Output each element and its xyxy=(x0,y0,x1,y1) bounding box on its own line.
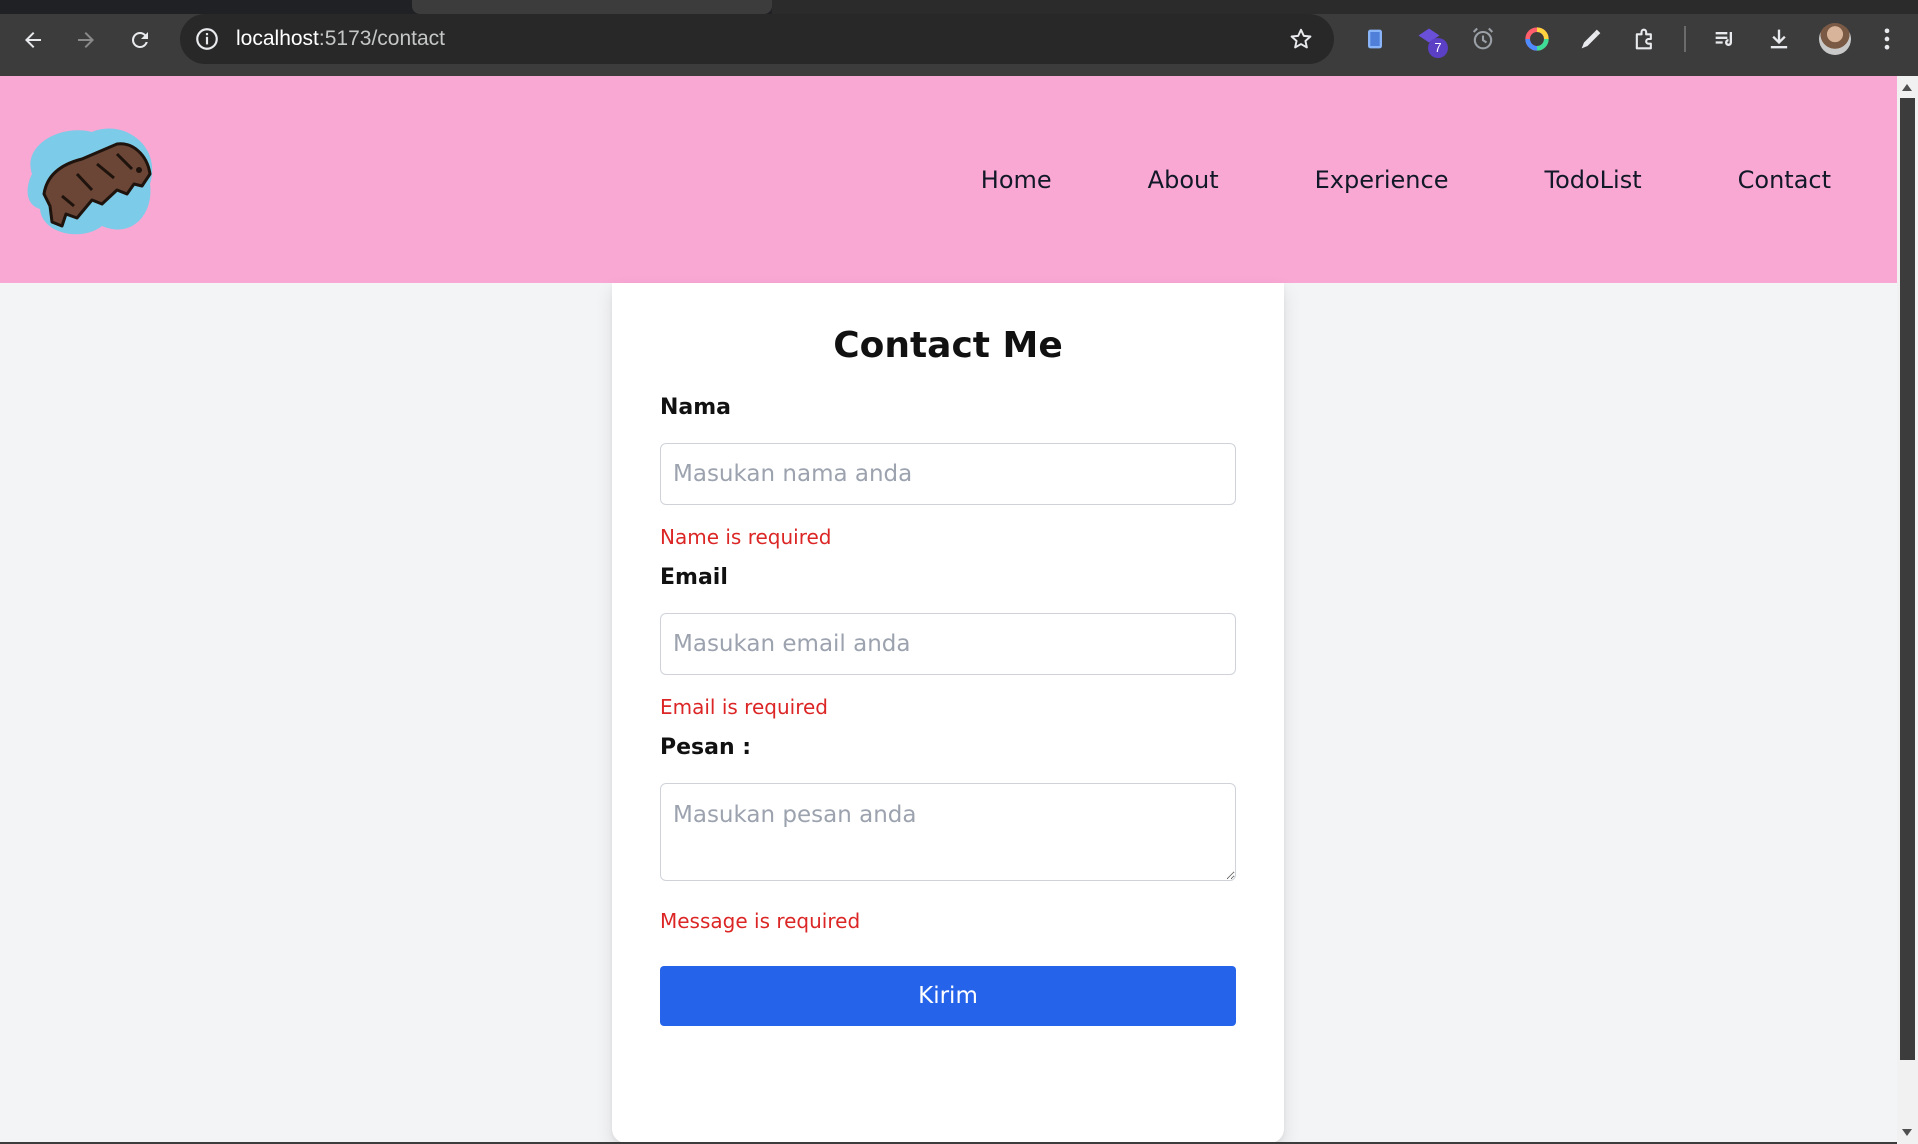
page: Home About Experience TodoList Contact C… xyxy=(0,76,1897,1144)
forward-arrow-icon xyxy=(78,32,94,48)
eyedropper-icon[interactable] xyxy=(1576,24,1606,54)
scroll-thumb[interactable] xyxy=(1900,98,1915,1060)
extension-badge-count: 7 xyxy=(1428,38,1448,58)
name-error: Name is required xyxy=(660,525,832,549)
submit-button[interactable]: Kirim xyxy=(660,966,1236,1026)
kebab-menu-icon[interactable] xyxy=(1872,24,1902,54)
name-input[interactable] xyxy=(660,443,1236,505)
main-nav: Home About Experience TodoList Contact xyxy=(981,166,1831,194)
nav-todolist-link[interactable]: TodoList xyxy=(1544,166,1641,194)
star-icon[interactable] xyxy=(1288,26,1314,52)
name-label: Nama xyxy=(660,395,732,420)
extension-docs-icon[interactable] xyxy=(1360,24,1390,54)
scroll-up-arrow-icon[interactable] xyxy=(1902,84,1912,91)
download-icon[interactable] xyxy=(1764,24,1794,54)
email-error: Email is required xyxy=(660,695,828,719)
back-button[interactable] xyxy=(15,22,51,58)
page-scrollbar[interactable] xyxy=(1897,76,1918,1144)
inactive-tab[interactable] xyxy=(772,0,1918,14)
toolbar-separator xyxy=(1684,26,1686,52)
address-bar[interactable]: localhost:5173/contact xyxy=(180,14,1334,64)
nav-home-link[interactable]: Home xyxy=(981,166,1052,194)
color-ring-icon[interactable] xyxy=(1522,24,1552,54)
animal-logo[interactable] xyxy=(22,114,158,242)
message-textarea[interactable] xyxy=(660,783,1236,881)
profile-avatar[interactable] xyxy=(1819,23,1851,55)
contact-form-card: Contact Me Nama Name is required Email E… xyxy=(612,283,1284,1143)
nav-about-link[interactable]: About xyxy=(1148,166,1219,194)
back-arrow-icon xyxy=(25,32,41,48)
url-path: :5173/contact xyxy=(318,27,445,50)
url-host: localhost xyxy=(236,27,319,50)
message-label: Pesan : xyxy=(660,735,752,760)
browser-chrome: localhost:5173/contact 7 xyxy=(0,0,1918,76)
site-header: Home About Experience TodoList Contact xyxy=(0,76,1897,283)
forward-button[interactable] xyxy=(68,22,104,58)
info-icon[interactable] xyxy=(194,26,220,52)
url-text[interactable]: localhost:5173/contact xyxy=(236,27,445,51)
reload-button[interactable] xyxy=(122,22,158,58)
email-label: Email xyxy=(660,565,728,590)
extension-badge-icon[interactable]: 7 xyxy=(1414,24,1448,58)
media-queue-icon[interactable] xyxy=(1710,24,1740,54)
nav-experience-link[interactable]: Experience xyxy=(1315,166,1449,194)
form-title: Contact Me xyxy=(833,325,1063,366)
nav-contact-link[interactable]: Contact xyxy=(1738,166,1831,194)
puzzle-extensions-icon[interactable] xyxy=(1630,24,1660,54)
email-input[interactable] xyxy=(660,613,1236,675)
message-error: Message is required xyxy=(660,909,861,933)
active-tab[interactable] xyxy=(412,0,772,14)
scroll-down-arrow-icon[interactable] xyxy=(1902,1129,1912,1136)
reload-icon xyxy=(132,32,148,48)
alarm-clock-icon[interactable] xyxy=(1468,24,1498,54)
